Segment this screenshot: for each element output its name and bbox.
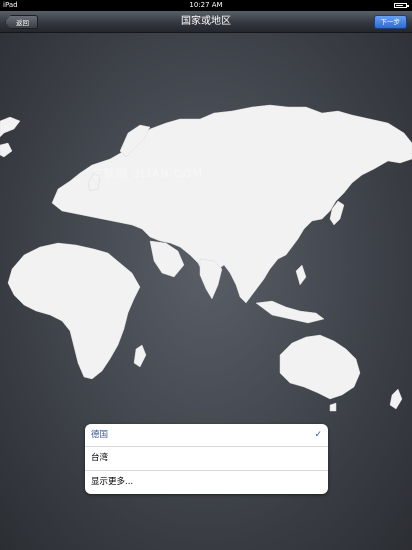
list-item-label: 台湾	[91, 453, 109, 464]
country-list: 德国 ✓ 台湾 显示更多...	[85, 424, 328, 494]
land-new-zealand	[389, 388, 403, 410]
land-africa	[7, 242, 141, 380]
page-title: 国家或地区	[181, 16, 231, 27]
land-indonesia	[255, 300, 325, 324]
land-greenland	[0, 142, 13, 158]
land-north-america	[0, 116, 21, 138]
land-madagascar	[133, 344, 147, 368]
next-button[interactable]: 下一步	[373, 15, 407, 29]
land-philippines	[295, 264, 307, 286]
status-time: 10:27 AM	[189, 1, 223, 9]
list-item-show-more[interactable]: 显示更多...	[85, 471, 328, 494]
watermark-text: 三联网 3LIAN.COM	[92, 167, 203, 180]
list-item-label: 德国	[91, 430, 109, 440]
list-item-label: 显示更多...	[91, 476, 134, 487]
navigation-bar: 返回 国家或地区 下一步	[0, 11, 412, 33]
checkmark-icon: ✓	[314, 430, 322, 440]
land-australia	[279, 334, 361, 400]
land-tasmania	[329, 402, 337, 412]
status-bar: iPad 10:27 AM	[0, 0, 412, 11]
battery-icon	[394, 3, 409, 8]
list-item-taiwan[interactable]: 台湾	[85, 447, 328, 471]
list-item-germany[interactable]: 德国 ✓	[85, 424, 328, 448]
